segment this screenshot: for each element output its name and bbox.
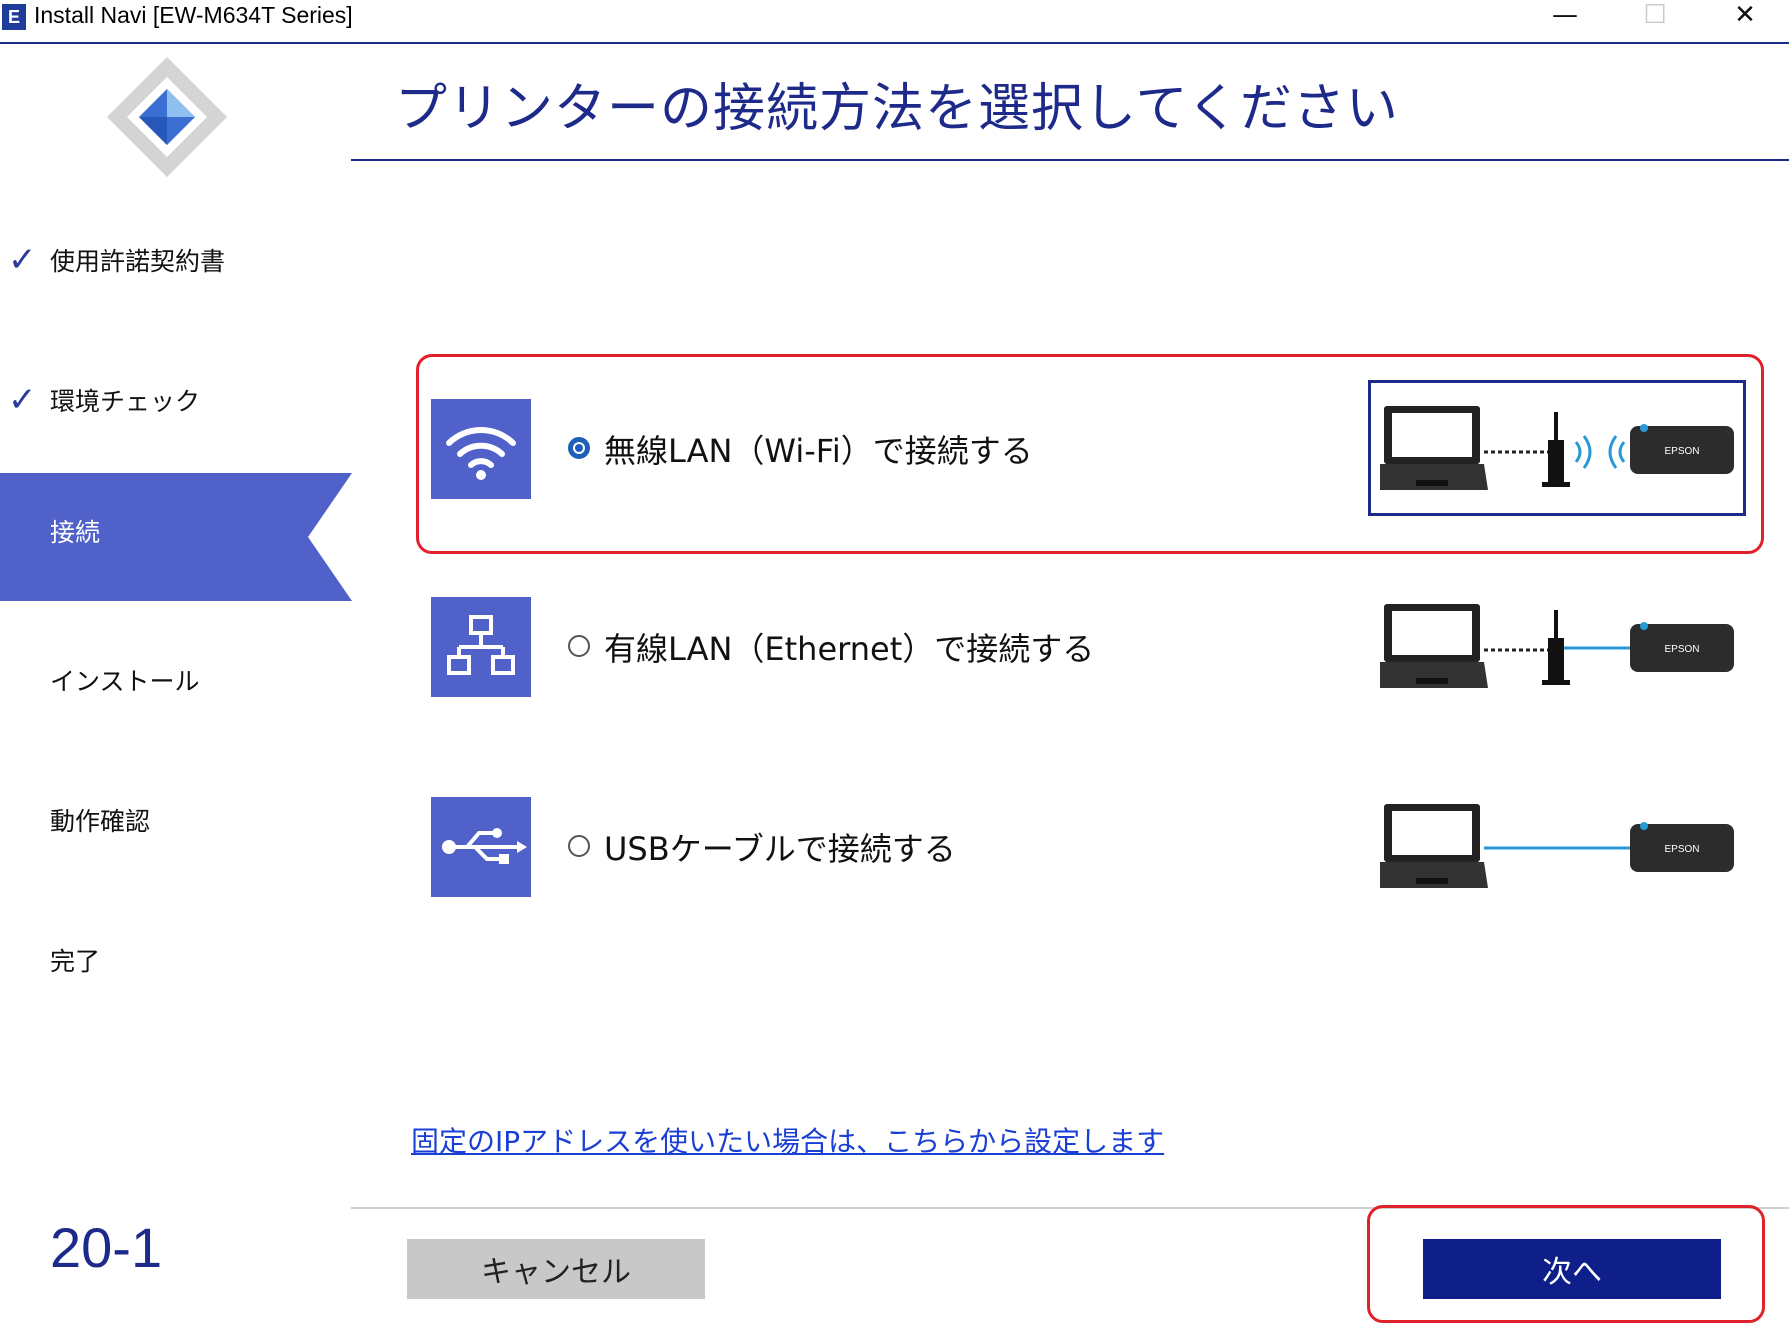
epson-logo-icon [107,57,227,177]
static-ip-settings-link[interactable]: 固定のIPアドレスを使いたい場合は、こちらから設定します [411,1120,1164,1160]
step-connection-current: 接続 [0,473,352,601]
usb-icon [431,797,531,897]
step-environment-check: ✓ 環境チェック [0,372,352,432]
usb-option-label[interactable]: USBケーブルで接続する [604,824,956,870]
wifi-connection-diagram: EPSON [1380,406,1734,490]
printer-icon: EPSON [1630,822,1734,872]
ethernet-radio[interactable] [568,635,590,657]
printer-icon: EPSON [1630,622,1734,672]
minimize-button[interactable]: — [1535,0,1595,36]
step-install: インストール [0,652,352,712]
page-title: プリンターの接続方法を選択してください [395,79,1399,139]
step-license-agreement: ✓ 使用許諾契約書 [0,232,352,292]
page-number: 20-1 [50,1216,163,1279]
step-label: 使用許諾契約書 [50,247,226,276]
laptop-icon [1380,804,1488,888]
printer-brand-label: EPSON [1664,844,1699,855]
close-button[interactable]: ✕ [1715,0,1775,36]
next-button[interactable]: 次へ [1423,1239,1721,1299]
printer-icon: EPSON [1630,424,1734,474]
printer-brand-label: EPSON [1664,446,1699,457]
step-label: 動作確認 [50,807,151,836]
wifi-icon [431,399,531,499]
cancel-button[interactable]: キャンセル [407,1239,705,1299]
window-title: Install Navi [EW-M634T Series] [34,2,353,28]
usb-radio[interactable] [568,835,590,857]
window-titlebar: E Install Navi [EW-M634T Series] — ☐ ✕ [0,0,1789,44]
checkmark-icon: ✓ [8,380,37,420]
laptop-icon [1380,604,1488,688]
wifi-option-label[interactable]: 無線LAN（Wi-Fi）で接続する [604,426,1033,472]
usb-connection-diagram: EPSON [1380,804,1734,888]
laptop-icon [1380,406,1488,490]
step-pointer [308,473,352,601]
title-divider [351,159,1789,161]
ethernet-connection-diagram: EPSON [1380,604,1734,688]
wifi-radio[interactable] [568,437,590,459]
network-icon [431,597,531,697]
printer-brand-label: EPSON [1664,644,1699,655]
step-label: インストール [50,667,200,696]
step-label: 環境チェック [50,387,201,416]
step-operation-check: 動作確認 [0,792,352,852]
app-icon: E [2,4,26,30]
checkmark-icon: ✓ [8,240,37,280]
ethernet-option-label[interactable]: 有線LAN（Ethernet）で接続する [604,624,1094,670]
step-label: 接続 [50,518,101,547]
maximize-button[interactable]: ☐ [1625,0,1685,36]
router-icon [1542,412,1570,487]
step-label: 完了 [50,947,101,976]
step-complete: 完了 [0,932,352,992]
